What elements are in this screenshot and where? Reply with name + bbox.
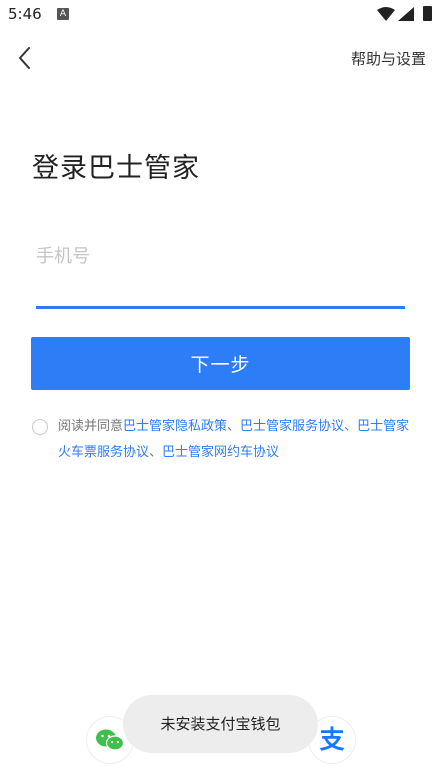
status-time: 5:46: [8, 5, 42, 23]
agreement-text: 阅读并同意巴士管家隐私政策、巴士管家服务协议、巴士管家火车票服务协议、巴士管家网…: [58, 414, 414, 466]
help-settings-link[interactable]: 帮助与设置: [351, 48, 426, 69]
agreement-checkbox[interactable]: [32, 419, 48, 435]
notification-a-icon: A: [57, 8, 69, 20]
page-title: 登录巴士管家: [32, 153, 200, 184]
status-bar: 5:46 A: [0, 0, 441, 30]
input-underline: [36, 306, 405, 309]
service-agreement-link[interactable]: 巴士管家服务协议: [240, 419, 344, 434]
separator: 、: [149, 445, 163, 460]
privacy-policy-link[interactable]: 巴士管家隐私政策: [123, 419, 227, 434]
phone-input[interactable]: [36, 236, 404, 276]
back-arrow-icon[interactable]: [14, 44, 38, 72]
toast-message: 未安装支付宝钱包: [123, 695, 318, 753]
next-step-button[interactable]: 下一步: [31, 337, 410, 390]
battery-icon: [423, 6, 432, 21]
wifi-icon: [377, 7, 395, 21]
signal-icon: [398, 7, 414, 21]
wechat-icon: [96, 729, 125, 751]
separator: 、: [344, 419, 358, 434]
agreement-prefix: 阅读并同意: [58, 419, 124, 434]
ride-hailing-agreement-link[interactable]: 巴士管家网约车协议: [162, 445, 279, 460]
separator: 、: [227, 419, 241, 434]
